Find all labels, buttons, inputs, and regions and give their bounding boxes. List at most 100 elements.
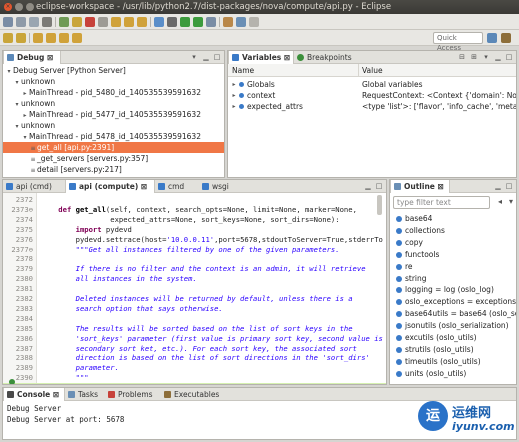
code-line[interactable]: 2386 'sort_keys' parameter (first value … [3, 334, 386, 344]
minimize-view-icon[interactable]: ▁ [494, 53, 502, 61]
tab-breakpoints[interactable]: Breakpoints [294, 51, 374, 64]
new-file-icon[interactable] [3, 17, 13, 27]
column-divider[interactable] [358, 64, 359, 77]
current-code-line[interactable]: 2391 if search_opts is None: [3, 383, 386, 384]
outline-item[interactable]: strutils (oslo_utils) [390, 344, 516, 356]
pydev-icon[interactable] [154, 17, 164, 27]
vertical-scrollbar[interactable] [377, 195, 382, 215]
save-all-icon[interactable] [29, 17, 39, 27]
debug-tree-item[interactable]: ▾ unknown [3, 76, 224, 87]
tab-tasks[interactable]: Tasks [65, 388, 105, 401]
outline-item[interactable]: oslo_exceptions = exceptions ( [390, 296, 516, 308]
column-value[interactable]: Value [362, 64, 383, 77]
close-tab-icon[interactable]: ⊠ [53, 390, 59, 399]
maximize-view-icon[interactable]: □ [505, 53, 513, 61]
terminate-icon[interactable] [85, 17, 95, 27]
view-menu-icon[interactable]: ▾ [509, 197, 513, 206]
debug-tree-item[interactable]: ▸ MainThread - pid_5480_id_14053553959163… [3, 87, 224, 98]
outline-item[interactable]: string [390, 273, 516, 285]
minimize-window-button[interactable] [15, 3, 23, 11]
code-line[interactable]: 2388 direction is based on the list of s… [3, 353, 386, 363]
previous-annotation-icon[interactable] [16, 33, 26, 43]
disconnect-icon[interactable] [98, 17, 108, 27]
navigate-icon[interactable] [72, 33, 82, 43]
pydev-perspective-icon[interactable] [501, 33, 511, 43]
open-type-icon[interactable] [223, 17, 233, 27]
code-line[interactable]: 2374 expected_attrs=None, sort_keys=None… [3, 215, 386, 225]
step-into-icon[interactable] [111, 17, 121, 27]
minimize-editor-icon[interactable]: ▁ [364, 182, 372, 190]
expand-icon[interactable]: ▸ [230, 90, 238, 101]
code-line[interactable]: 2385 The results will be sorted based on… [3, 324, 386, 334]
search-icon[interactable] [236, 17, 246, 27]
console-icon[interactable] [167, 17, 177, 27]
step-return-icon[interactable] [137, 17, 147, 27]
tab-variables[interactable]: Variables ⊠ [228, 51, 294, 64]
outline-item[interactable]: excutils (oslo_utils) [390, 332, 516, 344]
close-tab-icon[interactable]: ⊠ [141, 182, 147, 191]
code-line[interactable]: 2372 [3, 195, 386, 205]
code-line[interactable]: 2384 [3, 314, 386, 324]
code-line[interactable]: 2377⊖ """Get all instances filtered by o… [3, 245, 386, 255]
tab-executables[interactable]: Executables [161, 388, 231, 401]
save-icon[interactable] [16, 17, 26, 27]
tab-debug[interactable]: Debug ⊠ [3, 51, 61, 64]
debug-tree-item[interactable]: ≡get_all [api.py:2391] [3, 142, 224, 153]
close-tab-icon[interactable]: ⊠ [284, 53, 290, 62]
clear-filter-icon[interactable]: ◂ [498, 197, 502, 206]
tab-cmd[interactable]: cmd [155, 180, 199, 193]
outline-item[interactable]: copy [390, 237, 516, 249]
outline-item[interactable]: functools [390, 249, 516, 261]
code-line[interactable]: 2380 all instances in the system. [3, 274, 386, 284]
debug-tree-item[interactable]: ▾ MainThread - pid_5478_id_14053553959163… [3, 131, 224, 142]
close-window-button[interactable]: × [4, 3, 12, 11]
debug-perspective-icon[interactable] [487, 33, 497, 43]
minimize-view-icon[interactable]: ▁ [494, 182, 502, 190]
code-line[interactable]: 2378 [3, 254, 386, 264]
expand-icon[interactable]: ▸ [230, 101, 238, 112]
debug-tree-item[interactable]: ≡_get_servers [servers.py:357] [3, 153, 224, 164]
code-line[interactable]: 2375 import pydevd [3, 225, 386, 235]
debug-tree-item[interactable]: ▸ MainThread - pid_5477_id_14053553959163… [3, 109, 224, 120]
tab-outline[interactable]: Outline ⊠ [390, 180, 450, 193]
code-line[interactable]: 2376 pydevd.settrace(host='10.0.0.11',po… [3, 235, 386, 245]
outline-filter-input[interactable]: type filter text [393, 196, 490, 209]
variable-row[interactable]: ▸ context RequestContext: <Context {'domai… [228, 90, 516, 101]
variable-row[interactable]: ▸ Globals Global variables [228, 79, 516, 90]
suspend-icon[interactable] [72, 17, 82, 27]
code-line[interactable]: 2381 [3, 284, 386, 294]
debug-tree-item[interactable]: ▾ unknown [3, 98, 224, 109]
maximize-window-button[interactable] [26, 3, 34, 11]
tab-wsgi[interactable]: wsgi [199, 180, 245, 193]
forward-icon[interactable] [46, 33, 56, 43]
perspective-icon[interactable] [249, 17, 259, 27]
collapse-all-icon[interactable]: ⊟ [458, 53, 466, 61]
outline-item[interactable]: units (oslo_utils) [390, 368, 516, 380]
run-icon[interactable] [193, 17, 203, 27]
breakpoint-icon[interactable] [9, 379, 15, 384]
debug-tree-item[interactable]: ▾ unknown [3, 120, 224, 131]
debug-run-icon[interactable] [180, 17, 190, 27]
minimize-view-icon[interactable]: ▁ [202, 53, 210, 61]
outline-item[interactable]: jsonutils (oslo_serialization) [390, 320, 516, 332]
last-edit-icon[interactable] [59, 33, 69, 43]
maximize-view-icon[interactable]: □ [505, 182, 513, 190]
debug-tree-item[interactable]: ▾ Debug Server [Python Server] [3, 65, 224, 76]
column-name[interactable]: Name [232, 64, 254, 77]
show-types-icon[interactable]: ⊞ [470, 53, 478, 61]
close-tab-icon[interactable]: ⊠ [438, 182, 444, 191]
code-line[interactable]: 2383 search option that says otherwise. [3, 304, 386, 314]
tab-api-cmd[interactable]: api (cmd) [3, 180, 65, 193]
external-tools-icon[interactable] [206, 17, 216, 27]
print-icon[interactable] [42, 17, 52, 27]
tab-console[interactable]: Console ⊠ [3, 388, 65, 401]
tab-problems[interactable]: Problems [105, 388, 161, 401]
resume-icon[interactable] [59, 17, 69, 27]
outline-item[interactable]: re [390, 261, 516, 273]
close-tab-icon[interactable]: ⊠ [47, 53, 53, 62]
quick-access-input[interactable]: Quick Access [433, 32, 483, 52]
outline-item[interactable]: timeutils (oslo_utils) [390, 356, 516, 368]
code-line[interactable]: 2387 secondary sort ket, etc.). For each… [3, 344, 386, 354]
outline-item[interactable]: collections [390, 225, 516, 237]
code-line[interactable]: 2373⊖ def get_all(self, context, search_… [3, 205, 386, 215]
